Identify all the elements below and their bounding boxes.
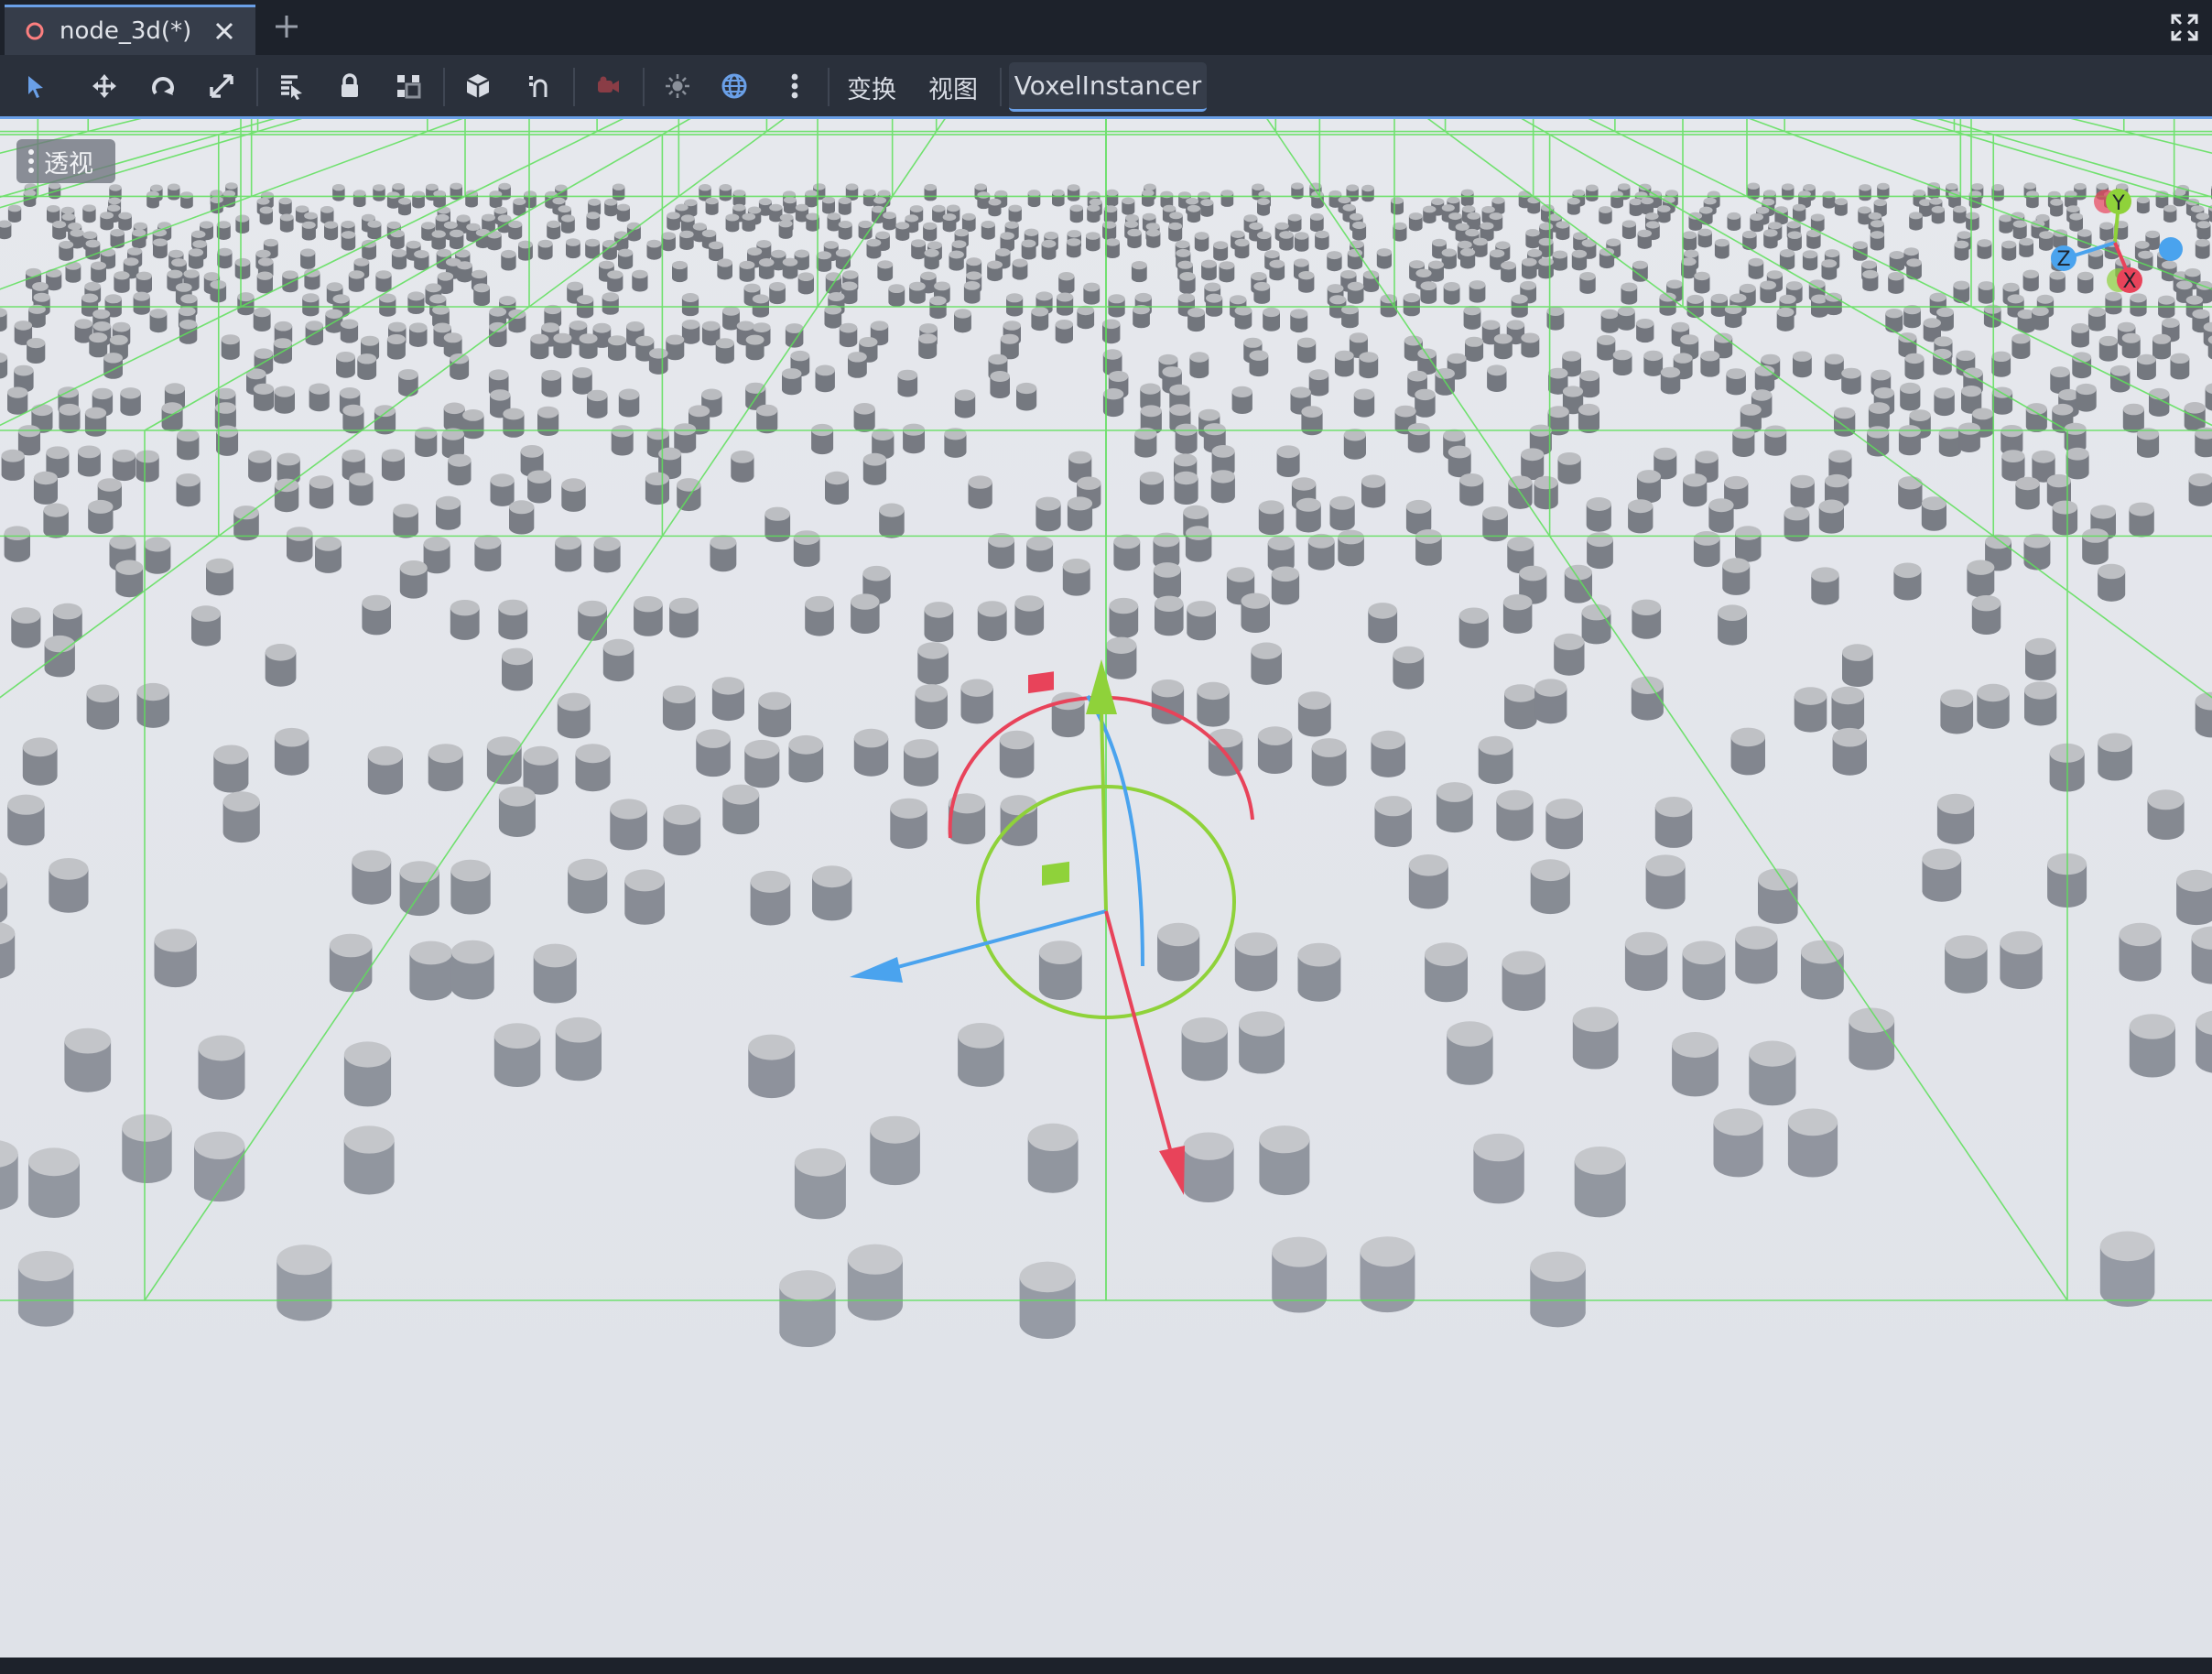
transform-menu[interactable]: 变换	[847, 68, 896, 106]
scene-tab[interactable]: node_3d(*)	[5, 5, 255, 55]
move-tool-button[interactable]	[84, 66, 125, 106]
neg-z-axis-icon[interactable]	[2159, 237, 2183, 261]
more-options-button[interactable]	[775, 66, 815, 106]
view-orientation-gizmo[interactable]: Y Z X	[2040, 147, 2205, 302]
toolbar-separator	[443, 68, 445, 106]
lock-button[interactable]	[330, 66, 370, 106]
more-options-icon	[791, 73, 798, 99]
plus-icon[interactable]	[273, 13, 300, 40]
z-axis-label: Z	[2056, 248, 2070, 271]
environment-preview-icon	[721, 73, 747, 99]
toolbar-separator	[573, 68, 575, 106]
y-axis-label: Y	[2111, 192, 2125, 215]
camera-preview-icon	[598, 76, 619, 92]
plane-handle-xy[interactable]	[1028, 671, 1054, 694]
scale-tool-icon	[210, 74, 233, 98]
scene-tab-bar: node_3d(*)	[0, 0, 2212, 55]
node-3d-circle-icon	[26, 22, 44, 40]
snap-button[interactable]	[518, 66, 558, 106]
perspective-menu-button[interactable]: 透视	[16, 139, 115, 183]
view-menu[interactable]: 视图	[928, 68, 978, 106]
expand-icon[interactable]	[2170, 13, 2199, 42]
toolbar-separator	[1000, 68, 1002, 106]
sun-preview-icon	[666, 74, 689, 98]
environment-preview-button[interactable]	[714, 66, 754, 106]
list-select-icon	[281, 75, 302, 100]
group-button[interactable]	[388, 66, 428, 106]
local-space-button[interactable]	[458, 66, 498, 106]
rotate-tool-icon	[152, 77, 174, 95]
x-axis-label: X	[2122, 270, 2136, 293]
bottom-strip	[0, 1658, 2212, 1674]
toolbar-separator	[256, 68, 258, 106]
voxel-instancer-button[interactable]: VoxelInstancer	[1009, 62, 1207, 112]
toolbar-separator	[828, 68, 830, 106]
plane-handle-xz[interactable]	[1042, 861, 1069, 886]
3d-viewport[interactable]: 透视 Y Z X	[0, 119, 2212, 1658]
select-tool-icon	[28, 76, 43, 98]
toolbar-separator	[643, 68, 645, 106]
viewport-scene[interactable]	[0, 119, 2212, 1658]
sun-preview-button[interactable]	[657, 66, 698, 106]
viewport-toolbar: 变换 视图 VoxelInstancer	[0, 55, 2212, 119]
list-select-button[interactable]	[271, 66, 311, 106]
group-icon	[397, 75, 421, 99]
scale-tool-button[interactable]	[201, 66, 242, 106]
rotate-tool-button[interactable]	[143, 66, 183, 106]
vertical-dots-icon	[28, 149, 34, 173]
scene-tab-title: node_3d(*)	[60, 17, 192, 45]
select-tool-button[interactable]	[16, 66, 56, 106]
move-tool-icon	[92, 74, 116, 98]
lock-icon	[342, 73, 358, 97]
perspective-label: 透视	[44, 149, 93, 179]
camera-preview-button[interactable]	[588, 66, 628, 106]
close-icon[interactable]	[213, 20, 235, 42]
local-space-icon	[466, 74, 490, 98]
snap-icon	[529, 76, 548, 97]
